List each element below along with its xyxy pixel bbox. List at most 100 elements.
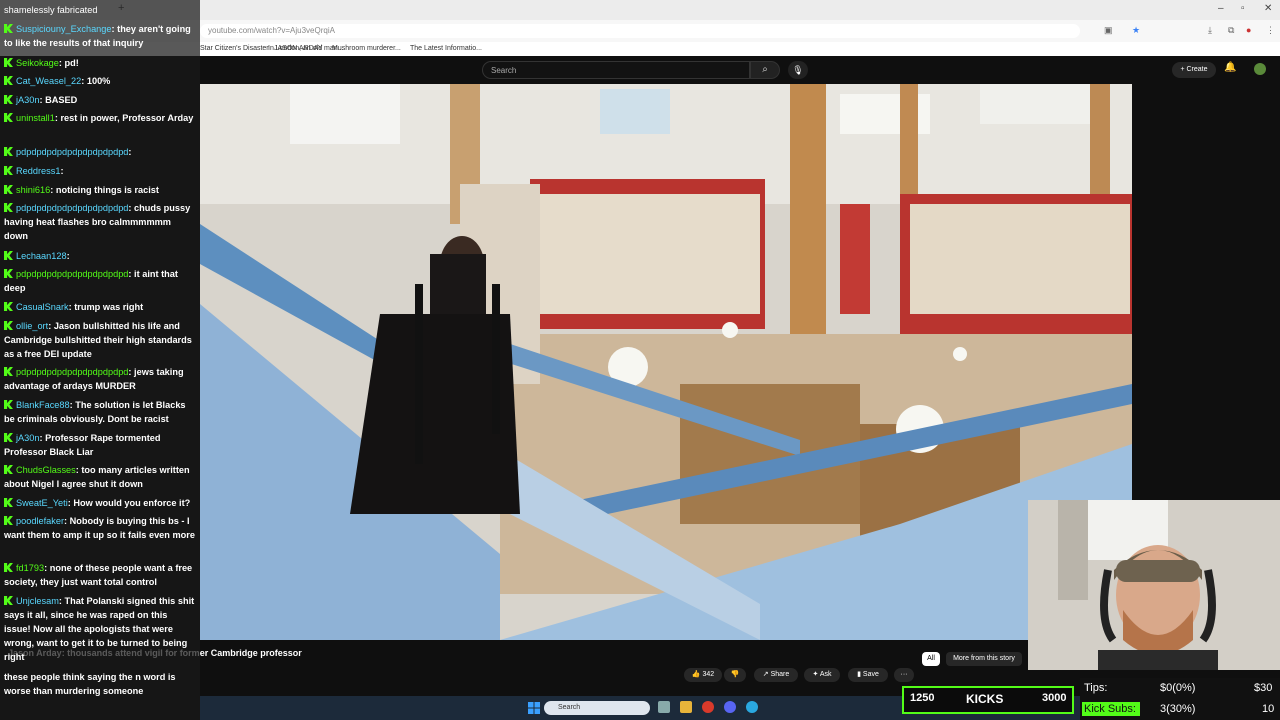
chat-username[interactable]: BlankFace88: [16, 400, 70, 410]
more-actions-button[interactable]: ···: [894, 668, 914, 682]
bookmark-item[interactable]: Mushroom murderer...: [332, 45, 401, 52]
chat-message: these people think saying the n word is …: [4, 670, 196, 698]
menu-icon[interactable]: ⋮: [1266, 25, 1275, 36]
chat-message: pdpdpdpdpdpdpdpdpdpdpd:: [4, 145, 196, 159]
task-view-icon[interactable]: [658, 701, 670, 713]
maximize-icon[interactable]: ▫: [1241, 3, 1245, 14]
chat-username[interactable]: shini616: [16, 185, 50, 195]
search-icon[interactable]: ⌕: [750, 61, 780, 79]
chat-username[interactable]: Lechaan128: [16, 251, 67, 261]
chat-username[interactable]: jA30n: [16, 433, 40, 443]
bookmark-star-icon[interactable]: ★: [1132, 25, 1140, 36]
kick-badge-icon: [4, 498, 13, 507]
webcam-scene: [1028, 500, 1280, 670]
chrome-icon[interactable]: [702, 701, 714, 713]
chat-text: BASED: [45, 95, 78, 105]
windows-start-icon[interactable]: [528, 702, 540, 714]
save-button[interactable]: ▮ Save: [848, 668, 888, 682]
search-input[interactable]: Search: [482, 61, 750, 79]
url-field[interactable]: youtube.com/watch?v=Aju3veQrqiA: [200, 24, 1080, 38]
chat-username[interactable]: pdpdpdpdpdpdpdpdpdpdpd: [16, 367, 128, 377]
chat-text: 100%: [86, 76, 111, 86]
kick-badge-icon: [4, 516, 13, 525]
chat-text: trump was right: [74, 302, 144, 312]
chat-text: rest in power, Professor Arday: [60, 113, 194, 123]
chat-username[interactable]: pdpdpdpdpdpdpdpdpdpdpd: [16, 147, 128, 157]
thumbs-up-icon: 👍: [691, 671, 701, 678]
chat-message: Lechaan128:: [4, 249, 196, 263]
live-chat-overlay: shamelessly fabricated Suspiciouny_Excha…: [0, 0, 200, 720]
tips-value: $0(0%): [1160, 682, 1196, 694]
kick-badge-icon: [4, 185, 13, 194]
chat-username[interactable]: uninstall1: [16, 113, 55, 123]
chat-message: uninstall1: rest in power, Professor Ard…: [4, 111, 196, 125]
kick-subs-value: 3(30%): [1160, 703, 1196, 715]
chat-username[interactable]: jA30n: [16, 95, 40, 105]
notifications-bell-icon[interactable]: 🔔: [1224, 62, 1236, 73]
dislike-button[interactable]: 👎: [724, 668, 746, 682]
thumbs-down-icon: 👎: [730, 671, 740, 678]
like-button[interactable]: 👍 342: [684, 668, 722, 682]
chip-more-from-story[interactable]: More from this story: [946, 652, 1022, 666]
chat-username[interactable]: pdpdpdpdpdpdpdpdpdpdpd: [16, 203, 128, 213]
kick-badge-icon: [4, 400, 13, 409]
bookmark-item[interactable]: The Latest Informatio...: [410, 45, 482, 52]
share-button[interactable]: ↗ Share: [754, 668, 798, 682]
share-icon: ↗: [762, 671, 769, 678]
chat-message: Suspiciouny_Exchange: they aren't going …: [4, 22, 196, 50]
file-explorer-icon[interactable]: [680, 701, 692, 713]
chat-username[interactable]: ChudsGlasses: [16, 465, 76, 475]
telegram-icon[interactable]: [746, 701, 758, 713]
chat-message: pdpdpdpdpdpdpdpdpdpdpd: jews taking adva…: [4, 365, 196, 393]
like-count: 342: [702, 671, 715, 678]
chat-heading: shamelessly fabricated: [4, 5, 98, 15]
chat-username[interactable]: pdpdpdpdpdpdpdpdpdpdpd: [16, 269, 128, 279]
extensions-icon[interactable]: ⧉: [1228, 25, 1234, 36]
chat-username[interactable]: fd1793: [16, 563, 44, 573]
ask-label: Ask: [819, 671, 832, 678]
video-player[interactable]: [200, 84, 1132, 640]
chat-separator: :: [66, 251, 70, 261]
kick-badge-icon: [4, 113, 13, 122]
chat-message: pdpdpdpdpdpdpdpdpdpdpd: it aint that dee…: [4, 267, 196, 295]
kick-badge-icon: [4, 76, 13, 85]
chat-username[interactable]: Suspiciouny_Exchange: [16, 24, 112, 34]
chat-message: fd1793: none of these people want a free…: [4, 561, 196, 589]
bookmark-item[interactable]: JASON ARDAY: [274, 45, 323, 52]
kick-badge-icon: [4, 465, 13, 474]
kick-badge-icon: [4, 58, 13, 67]
chat-message: pdpdpdpdpdpdpdpdpdpdpd: chuds pussy havi…: [4, 201, 196, 243]
chat-username[interactable]: Reddress1: [16, 166, 60, 176]
kick-badge-icon: [4, 147, 13, 156]
ask-button[interactable]: ✦ Ask: [804, 668, 840, 682]
chip-all[interactable]: All: [922, 652, 940, 666]
kick-badge-icon: [4, 302, 13, 311]
kicks-current: 1250: [910, 692, 935, 704]
chat-username[interactable]: Cat_Weasel_22: [16, 76, 81, 86]
discord-icon[interactable]: [724, 701, 736, 713]
profile-icon[interactable]: ●: [1246, 25, 1251, 35]
avatar[interactable]: [1254, 63, 1266, 75]
chat-message: ChudsGlasses: too many articles written …: [4, 463, 196, 491]
chat-username[interactable]: SweatE_Yeti: [16, 498, 68, 508]
video-frame-scene: [200, 84, 1132, 640]
chat-username[interactable]: poodlefaker: [16, 516, 64, 526]
bookmark-item[interactable]: Star Citizen's Disaster: [200, 45, 269, 52]
download-icon[interactable]: ⤓: [1208, 25, 1212, 36]
save-label: Save: [862, 671, 879, 678]
taskbar-search[interactable]: Search: [544, 701, 650, 715]
chat-username[interactable]: CasualSnark: [16, 302, 69, 312]
extension-icon[interactable]: ▣: [1104, 25, 1113, 36]
close-icon[interactable]: ✕: [1264, 3, 1272, 14]
kick-badge-icon: [4, 166, 13, 175]
streamer-webcam: [1028, 500, 1280, 670]
chat-separator: :: [128, 147, 132, 157]
chat-username[interactable]: ollie_ort: [16, 321, 48, 331]
minimize-icon[interactable]: –: [1218, 3, 1224, 14]
create-button[interactable]: + Create: [1172, 62, 1216, 78]
chat-username[interactable]: Unjclesam: [16, 596, 59, 606]
chat-username[interactable]: Seikokage: [16, 58, 59, 68]
chat-text: noticing things is racist: [55, 185, 159, 195]
chat-message: poodlefaker: Nobody is buying this bs - …: [4, 514, 196, 542]
microphone-icon[interactable]: 🎙: [788, 61, 808, 79]
